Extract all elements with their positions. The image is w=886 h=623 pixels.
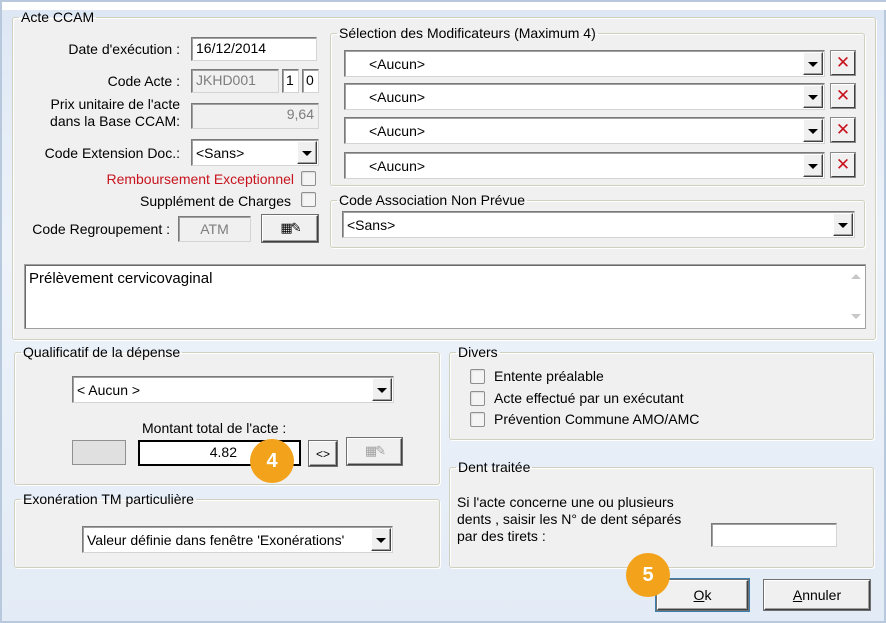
acte-ccam-legend: Acte CCAM [21, 9, 95, 25]
montant-label: Montant total de l'acte : [142, 420, 287, 436]
scroll-up-icon[interactable] [851, 274, 861, 279]
exoneration-combo[interactable]: Valeur définie dans fenêtre 'Exonération… [82, 526, 393, 553]
prix-label-2: dans la Base CCAM: [50, 113, 180, 129]
description-memo[interactable]: Prélèvement cervicovaginal [24, 264, 866, 329]
remboursement-label: Remboursement Exceptionnel [106, 171, 294, 187]
chevron-down-icon[interactable] [297, 141, 317, 164]
modificateur-combo-2[interactable]: <Aucun> [344, 83, 825, 110]
modificateur-combo-4[interactable]: <Aucun> [344, 152, 825, 179]
edit-icon: ▦✎ [280, 221, 301, 236]
entente-checkbox[interactable] [470, 369, 485, 384]
montant-edit-button[interactable]: ▦✎ [347, 438, 402, 465]
code-acte-label: Code Acte : [107, 73, 180, 89]
modificateur-combo-1[interactable]: <Aucun> [344, 50, 825, 77]
chevron-down-icon[interactable] [803, 154, 823, 177]
association-value: <Sans> [347, 216, 396, 233]
chevron-down-icon[interactable] [803, 85, 823, 108]
modificateur-combo-3[interactable]: <Aucun> [344, 117, 825, 144]
cancel-button[interactable]: Annuler [764, 580, 870, 610]
extension-doc-value: <Sans> [196, 144, 245, 161]
delete-modificateur-1-icon[interactable]: ✕ [831, 51, 855, 75]
code-activite-field[interactable]: 0 [302, 69, 319, 93]
dent-numbers-field[interactable] [711, 523, 837, 547]
association-combo[interactable]: <Sans> [342, 211, 855, 238]
prevention-label: Prévention Commune AMO/AMC [494, 411, 700, 427]
step-4-badge: 4 [250, 439, 294, 483]
ok-button[interactable]: Ok [657, 580, 748, 610]
chevron-down-icon[interactable] [371, 528, 391, 551]
exoneration-value: Valeur définie dans fenêtre 'Exonération… [87, 531, 345, 548]
scroll-down-icon[interactable] [851, 314, 861, 319]
executant-label: Acte effectué par un exécutant [494, 390, 684, 406]
regroupement-label: Code Regroupement : [32, 221, 170, 237]
edit-icon: ▦✎ [364, 444, 386, 459]
prix-label-1: Prix unitaire de l'acte [50, 96, 180, 112]
dent-legend: Dent traitée [458, 459, 531, 475]
extension-doc-combo[interactable]: <Sans> [191, 139, 319, 166]
divers-legend: Divers [458, 344, 498, 360]
swap-button[interactable]: <> [309, 441, 337, 466]
code-acte-field: JKHD001 [191, 69, 279, 93]
dialog-window: Acte CCAM Date d'exécution : 16/12/2014 … [0, 0, 886, 623]
extension-label: Code Extension Doc.: [44, 145, 180, 161]
dent-instruction-2: dents , saisir les N° de dent séparés [457, 511, 682, 527]
supplement-label: Supplément de Charges [140, 193, 291, 209]
association-legend: Code Association Non Prévue [339, 192, 525, 208]
description-text: Prélèvement cervicovaginal [29, 270, 213, 287]
step-5-badge: 5 [626, 553, 670, 597]
modificateur-value-4: <Aucun> [369, 157, 426, 174]
supplement-checkbox[interactable] [301, 192, 316, 207]
cancel-label: Annuler [792, 587, 842, 603]
regroupement-edit-button[interactable]: ▦✎ [262, 215, 318, 242]
title-strip [2, 2, 886, 10]
description-scrollbar[interactable] [847, 266, 864, 327]
chevron-down-icon[interactable] [372, 378, 392, 401]
delete-modificateur-4-icon[interactable]: ✕ [831, 153, 855, 177]
date-execution-field[interactable]: 16/12/2014 [191, 37, 317, 61]
regroupement-field: ATM [178, 216, 251, 242]
qualificatif-legend: Qualificatif de la dépense [23, 344, 181, 360]
prevention-checkbox[interactable] [470, 412, 485, 427]
qualificatif-value: < Aucun > [77, 381, 141, 398]
dent-instruction-3: par des tirets : [457, 528, 546, 544]
modificateur-value-1: <Aucun> [369, 55, 426, 72]
executant-checkbox[interactable] [470, 391, 485, 406]
modificateur-value-3: <Aucun> [369, 122, 426, 139]
code-phase-field[interactable]: 1 [282, 69, 299, 93]
delete-modificateur-3-icon[interactable]: ✕ [831, 118, 855, 142]
remboursement-checkbox[interactable] [301, 171, 316, 186]
date-label: Date d'exécution : [68, 41, 180, 57]
montant-color-swatch [72, 440, 126, 465]
modificateur-value-2: <Aucun> [369, 88, 426, 105]
exoneration-legend: Exonération TM particulière [23, 491, 194, 507]
entente-label: Entente préalable [494, 368, 604, 384]
modificateurs-legend: Sélection des Modificateurs (Maximum 4) [339, 25, 596, 41]
qualificatif-combo[interactable]: < Aucun > [72, 376, 394, 403]
chevron-down-icon[interactable] [803, 119, 823, 142]
dent-instruction-1: Si l'acte concerne une ou plusieurs [457, 494, 674, 510]
chevron-down-icon[interactable] [803, 52, 823, 75]
chevron-down-icon[interactable] [833, 213, 853, 236]
ok-label: Ok [693, 587, 712, 603]
prix-unitaire-field: 9,64 [191, 103, 319, 129]
delete-modificateur-2-icon[interactable]: ✕ [831, 84, 855, 108]
